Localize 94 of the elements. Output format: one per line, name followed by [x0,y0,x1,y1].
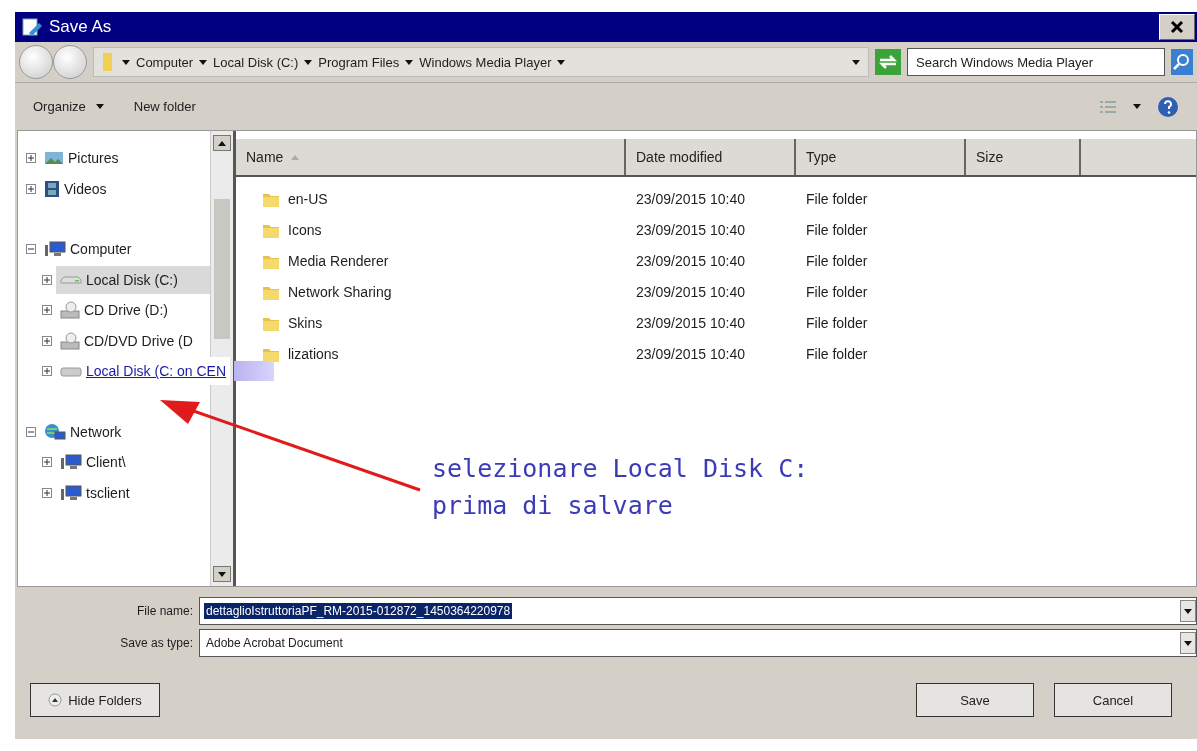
computer-icon [60,484,82,501]
help-icon[interactable] [1157,95,1179,118]
save-button[interactable]: Save [916,683,1034,717]
file-name[interactable]: Media Renderer [288,252,389,269]
field-label: File name: [135,604,194,618]
caret-icon [557,59,566,65]
file-name[interactable]: Icons [288,221,322,238]
breadcrumb-item[interactable]: Local Disk (C:) [213,54,299,70]
tree-item[interactable]: Network [40,417,126,446]
file-name[interactable]: Network Sharing [288,283,392,300]
scroll-up-button[interactable] [213,135,231,151]
cancel-button[interactable]: Cancel [1054,683,1172,717]
caret-icon [304,59,313,65]
table-cell: File folder [806,221,868,238]
hide-folders-button[interactable]: Hide Folders [30,683,160,717]
column-header[interactable]: Size [966,139,1081,175]
tree-item[interactable]: Computer [40,235,136,264]
table-cell: 23/09/2015 10:40 [636,221,745,238]
file-name-field[interactable]: dettaglioIstruttoriaPF_RM-2015-012872_1450364220978 [199,597,1197,625]
computer-icon [60,454,82,471]
annotation-text: selezionare Local Disk C: prima di salvare [432,453,809,522]
caret-icon [1184,608,1192,614]
table-cell: 23/09/2015 10:40 [636,314,745,331]
caret-icon [122,59,130,65]
caret-icon [95,104,104,109]
table-cell: 23/09/2015 10:40 [636,345,745,362]
tree-item[interactable]: Local Disk (C:) [56,265,210,294]
cd-drive-icon [60,301,80,320]
caret-icon [199,59,208,65]
expand-icon[interactable] [42,366,52,377]
save-dialog-icon [21,17,43,37]
redaction-block [234,361,275,382]
tree-item[interactable]: tsclient [56,478,134,507]
field-label: Save as type: [119,636,194,650]
organize-menu[interactable]: Organize [33,99,104,114]
computer-icon [44,241,66,258]
close-icon [1170,20,1184,34]
chevron-up-icon [48,693,63,707]
breadcrumb-item[interactable]: Computer [136,54,194,70]
table-cell: 23/09/2015 10:40 [636,252,745,269]
expand-icon[interactable] [42,335,52,346]
collapse-icon[interactable] [26,426,36,437]
search-field[interactable]: Search Windows Media Player [907,48,1165,76]
tree-item[interactable]: Videos [40,174,111,203]
table-cell: File folder [806,190,868,207]
close-button[interactable] [1159,14,1195,40]
table-cell: 23/09/2015 10:40 [636,283,745,300]
table-cell: 23/09/2015 10:40 [636,190,745,207]
window-title: Save As [49,17,113,37]
tree-item[interactable]: CD/DVD Drive (D [56,326,197,355]
expand-icon[interactable] [42,487,52,498]
tree-item[interactable]: CD Drive (D:) [56,296,172,325]
expand-icon[interactable] [26,183,36,194]
dropdown-caret-icon [852,59,860,65]
expand-icon[interactable] [42,274,52,285]
collapse-icon[interactable] [26,244,36,255]
sort-icon [291,154,300,160]
file-name[interactable]: en-US [288,190,328,207]
tree-item[interactable]: Pictures [40,144,123,173]
new-folder-button[interactable]: New folder [133,99,196,114]
scroll-down-button[interactable] [213,566,231,582]
dropdown-button[interactable] [1180,632,1196,654]
table-cell: File folder [806,314,868,331]
expand-icon[interactable] [42,305,52,316]
tree-item[interactable]: Client\ [56,448,130,477]
file-type-select[interactable]: Adobe Acrobat Document [199,629,1197,657]
search-icon[interactable] [1171,49,1193,75]
file-name[interactable]: Skins [288,314,323,331]
table-cell: File folder [806,283,868,300]
caret-icon [405,59,414,65]
view-caret-icon [1133,104,1141,109]
refresh-icon[interactable] [875,49,901,75]
cd-drive-icon [60,331,80,350]
table-cell: File folder [806,252,868,269]
drive-icon [60,365,82,378]
table-cell: File folder [806,345,868,362]
film-icon [44,179,60,198]
column-header[interactable]: Name [236,139,626,175]
expand-icon[interactable] [42,457,52,468]
address-bar[interactable]: Computer Local Disk (C:) Program Files Windows Media Player [93,47,869,77]
expand-icon[interactable] [26,153,36,164]
column-header[interactable]: Date modified [626,139,796,175]
dropdown-button[interactable] [1180,600,1196,622]
breadcrumb-item[interactable]: Windows Media Player [419,54,552,70]
file-name[interactable]: lizations [288,345,339,362]
scroll-thumb[interactable] [214,198,230,339]
breadcrumb-item[interactable]: Program Files [318,54,400,70]
caret-icon [1184,640,1192,646]
caret-up-icon [218,140,226,146]
caret-icon [218,571,226,577]
drive-icon [60,275,82,284]
column-header[interactable]: Type [796,139,966,175]
network-icon [44,422,66,441]
landscape-icon [44,150,64,167]
